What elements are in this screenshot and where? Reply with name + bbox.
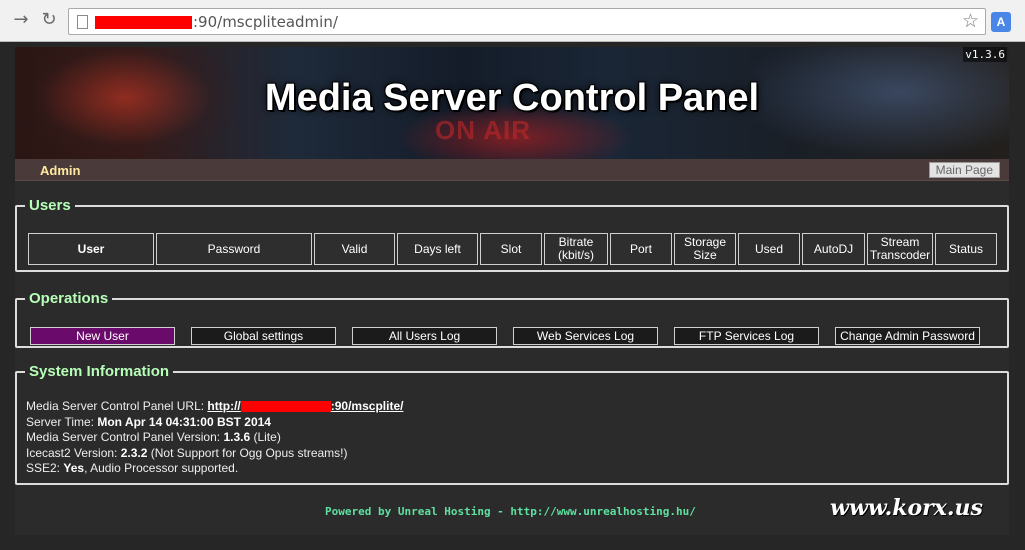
- web-services-log-button[interactable]: Web Services Log: [513, 327, 658, 345]
- column-valid[interactable]: Valid: [314, 233, 395, 265]
- address-bar[interactable]: :90/mscpliteadmin/ ☆: [68, 8, 986, 35]
- panel-url-prefix: http://: [207, 399, 241, 413]
- version-value: 1.3.6: [223, 430, 251, 444]
- column-stream-transcoder[interactable]: Stream Transcoder: [867, 233, 933, 265]
- admin-label: Admin: [40, 163, 81, 178]
- icecast-value: 2.3.2: [120, 445, 148, 460]
- column-user[interactable]: User: [28, 233, 154, 265]
- reload-icon[interactable]: ↻: [38, 9, 60, 31]
- column-bitrate[interactable]: Bitrate (kbit/s): [544, 233, 608, 265]
- system-information-section: System Information Media Server Control …: [15, 363, 1009, 485]
- version-edition: (Lite): [250, 430, 281, 444]
- operations-legend: Operations: [29, 290, 109, 307]
- all-users-log-button[interactable]: All Users Log: [352, 327, 497, 345]
- column-status[interactable]: Status: [935, 233, 997, 265]
- column-port[interactable]: Port: [610, 233, 672, 265]
- arrow-right-icon[interactable]: →: [10, 9, 32, 31]
- panel-url-line: Media Server Control Panel URL: http://:…: [26, 399, 403, 415]
- new-user-button[interactable]: New User: [30, 327, 175, 345]
- users-legend: Users: [29, 197, 71, 214]
- admin-bar: Admin Main Page: [15, 159, 1009, 181]
- ftp-services-log-button[interactable]: FTP Services Log: [674, 327, 819, 345]
- powered-by-text: Powered by Unreal Hosting - http://www.u…: [325, 505, 696, 518]
- column-used[interactable]: Used: [738, 233, 800, 265]
- sse2-note: , Audio Processor supported.: [84, 461, 239, 475]
- global-settings-button[interactable]: Global settings: [191, 327, 336, 345]
- page: ON AIR Media Server Control Panel v1.3.6…: [0, 42, 1025, 550]
- browser-toolbar: → ↻ :90/mscpliteadmin/ ☆ A: [0, 0, 1025, 42]
- page-title: Media Server Control Panel: [264, 77, 760, 119]
- column-slot[interactable]: Slot: [480, 233, 542, 265]
- watermark: www.korx.us: [830, 495, 983, 521]
- icecast-line: Icecast2 Version: 2.3.2 (Not Support for…: [26, 446, 403, 462]
- operations-section: Operations New User Global settings All …: [15, 290, 1009, 348]
- star-icon[interactable]: ☆: [962, 10, 979, 32]
- sse2-line: SSE2: Yes, Audio Processor supported.: [26, 461, 403, 477]
- control-panel: ON AIR Media Server Control Panel v1.3.6…: [15, 47, 1009, 535]
- server-time-line: Server Time: Mon Apr 14 04:31:00 BST 201…: [26, 415, 403, 431]
- column-days-left[interactable]: Days left: [397, 233, 478, 265]
- server-time-label: Server Time:: [26, 414, 98, 429]
- panel-url-suffix: :90/mscplite/: [330, 399, 404, 413]
- main-page-button[interactable]: Main Page: [928, 162, 1000, 178]
- version-label: Media Server Control Panel Version:: [26, 430, 224, 444]
- column-storage-size[interactable]: Storage Size: [674, 233, 736, 265]
- panel-url-label: Media Server Control Panel URL:: [26, 399, 208, 413]
- version-badge: v1.3.6: [963, 47, 1007, 62]
- users-section: Users User Password Valid Days left Slot…: [15, 197, 1009, 272]
- url-redaction: [95, 16, 192, 29]
- sse2-value: Yes: [63, 461, 85, 475]
- system-information-legend: System Information: [29, 363, 170, 380]
- page-icon: [77, 15, 88, 29]
- system-info-text: Media Server Control Panel URL: http://:…: [26, 399, 403, 477]
- panel-url-link[interactable]: http:// :90/mscplite/: [207, 399, 403, 413]
- translate-icon[interactable]: A: [991, 12, 1011, 32]
- icecast-label: Icecast2 Version:: [26, 445, 121, 460]
- url-redaction: [240, 401, 331, 413]
- change-admin-password-button[interactable]: Change Admin Password: [835, 327, 980, 345]
- server-time-value: Mon Apr 14 04:31:00 BST 2014: [97, 414, 271, 429]
- version-line: Media Server Control Panel Version: 1.3.…: [26, 430, 403, 446]
- icecast-note: (Not Support for Ogg Opus streams!): [147, 445, 348, 460]
- column-autodj[interactable]: AutoDJ: [802, 233, 865, 265]
- url-text: :90/mscpliteadmin/: [193, 13, 338, 31]
- column-password[interactable]: Password: [156, 233, 312, 265]
- banner: ON AIR Media Server Control Panel v1.3.6: [15, 47, 1009, 159]
- sse2-label: SSE2:: [26, 461, 64, 475]
